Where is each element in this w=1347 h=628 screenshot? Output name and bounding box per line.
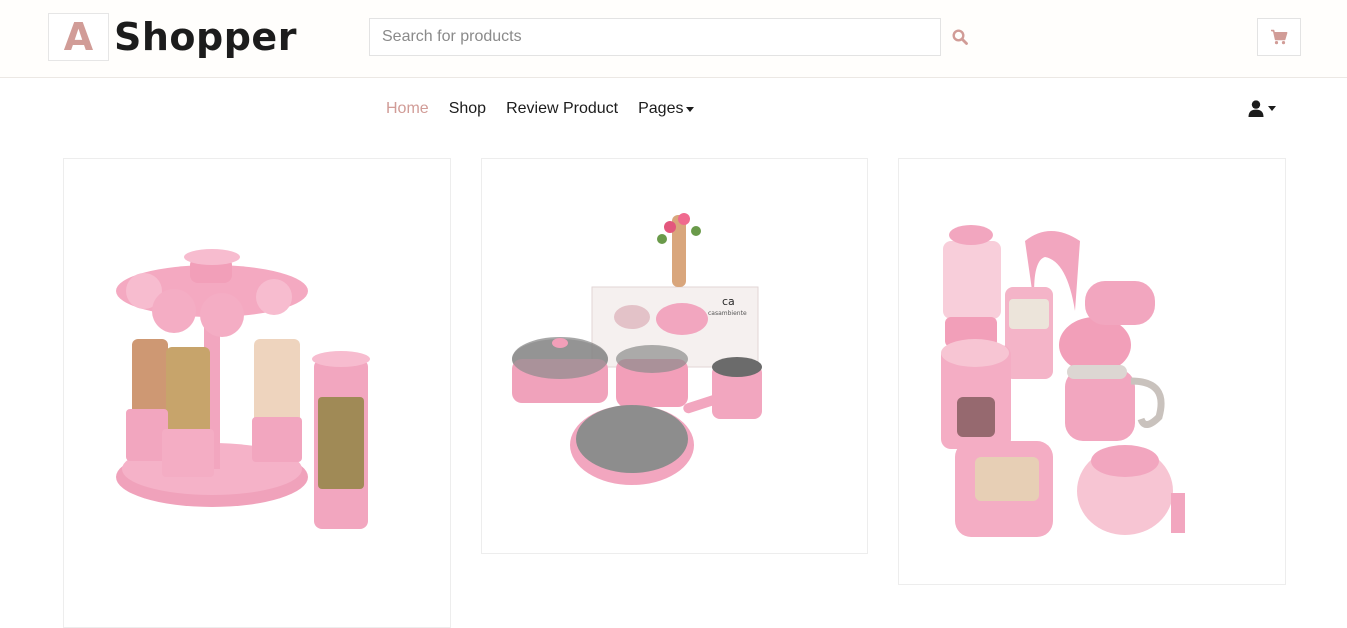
- product-image-cookware-set: ca casambiente: [512, 213, 762, 485]
- search-button[interactable]: [942, 18, 978, 56]
- nav-home[interactable]: Home: [386, 100, 429, 118]
- product-card[interactable]: [898, 158, 1286, 585]
- product-card[interactable]: ca casambiente: [481, 158, 868, 554]
- nav-review-product[interactable]: Review Product: [506, 100, 618, 118]
- box-logo: ca: [722, 295, 735, 308]
- product-image-spice-rack: [116, 249, 370, 529]
- user-menu-button[interactable]: [1248, 100, 1276, 117]
- product-card[interactable]: [63, 158, 451, 628]
- nav-pages-label: Pages: [638, 100, 684, 117]
- logo-letter: A: [48, 13, 109, 61]
- chevron-down-icon: [1268, 106, 1276, 111]
- user-icon: [1248, 100, 1264, 117]
- shopping-cart-icon: [1271, 29, 1288, 45]
- search-icon: [952, 29, 968, 45]
- nav-pages-dropdown[interactable]: Pages: [638, 100, 695, 118]
- nav-shop[interactable]: Shop: [449, 100, 486, 118]
- brand-name: Shopper: [114, 15, 297, 59]
- top-header: A Shopper: [0, 0, 1347, 78]
- search-input[interactable]: [369, 18, 941, 56]
- cart-button[interactable]: [1257, 18, 1301, 56]
- chevron-down-icon: [686, 106, 695, 112]
- product-image-appliances: [941, 225, 1185, 537]
- brand-logo[interactable]: A Shopper: [48, 13, 297, 61]
- main-nav: Home Shop Review Product Pages: [386, 100, 714, 118]
- box-brand: casambiente: [708, 310, 747, 317]
